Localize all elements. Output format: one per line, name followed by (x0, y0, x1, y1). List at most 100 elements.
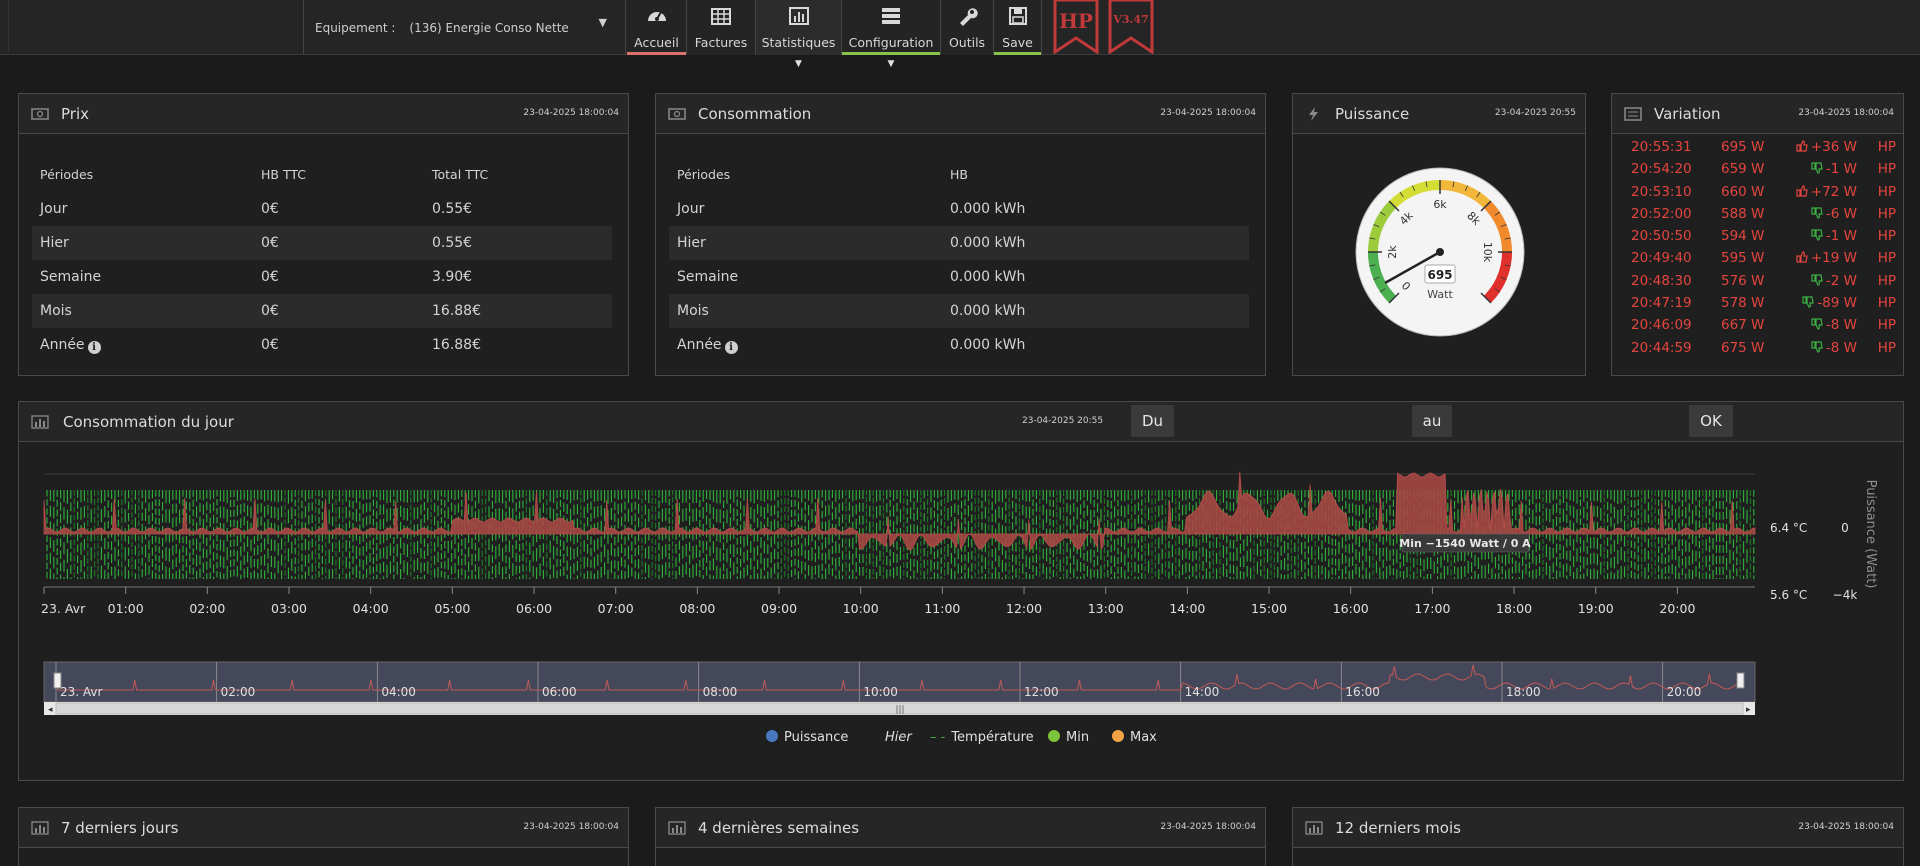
puissance-header: Puissance 23-04-2025 20:55 (1293, 94, 1585, 134)
panel-7-days-header: 7 derniers jours 23-04-2025 18:00:04 (19, 808, 628, 848)
date-to-button[interactable]: au (1412, 405, 1452, 437)
cell: Mois (40, 303, 72, 319)
ok-button[interactable]: OK (1689, 405, 1733, 437)
variation-delta-value: +72 W (1810, 183, 1857, 200)
table-row: Année i 0€ 16.88€ (32, 328, 612, 362)
legend-puissance[interactable]: Puissance (766, 730, 848, 745)
x-tick-label: 10:00 (843, 601, 879, 616)
cell-label: Année (677, 336, 722, 353)
nav-outils[interactable]: Outils (941, 0, 994, 55)
variation-delta: -8 W (1787, 317, 1857, 333)
variation-row: 20:55:31 695 W +36 W HP (1612, 136, 1903, 158)
nav-statistiques[interactable]: Statistiques ▼ (756, 0, 842, 69)
money-icon (668, 107, 686, 120)
navigator[interactable] (43, 661, 1756, 703)
prix-date: 23-04-2025 18:00:04 (523, 108, 619, 118)
cell: Année i (669, 328, 942, 362)
navigator-label: 06:00 (542, 685, 577, 699)
nav-save[interactable]: Save (994, 0, 1042, 55)
chevron-down-icon: ▼ (598, 16, 607, 29)
variation-power: 667 W (1721, 317, 1765, 334)
version-ribbon-text: V3.47 (1112, 13, 1148, 26)
x-tick-label: 20:00 (1659, 601, 1695, 616)
column-header: Total TTC (432, 166, 489, 182)
variation-delta: +36 W (1787, 139, 1857, 155)
navigator-left-handle[interactable] (53, 672, 62, 689)
legend-dash-icon: – - (930, 730, 946, 745)
daily-header: Consommation du jour 23-04-2025 20:55 (19, 402, 1903, 442)
variation-tarif: HP (1877, 161, 1896, 178)
legend-min[interactable]: Min (1048, 730, 1089, 745)
thumb-up-icon (1796, 251, 1808, 264)
variation-power: 660 W (1721, 183, 1765, 200)
variation-row: 20:44:59 675 W -8 W HP (1612, 337, 1903, 359)
nav-underline (842, 52, 940, 55)
legend-max[interactable]: Max (1112, 730, 1157, 745)
date-from-button[interactable]: Du (1131, 405, 1174, 437)
variation-power: 659 W (1721, 161, 1765, 178)
cell: Mois (677, 303, 709, 319)
x-tick-label: 03:00 (271, 601, 307, 616)
x-tick-label: 06:00 (516, 601, 552, 616)
navigator-right-handle[interactable] (1736, 672, 1745, 689)
info-icon[interactable]: i (724, 340, 738, 354)
nav-underline (627, 52, 686, 55)
cell: Semaine (40, 269, 102, 285)
tooltip-text: Min −1540 Watt / 0 A (1399, 537, 1531, 550)
variation-delta: -89 W (1787, 295, 1857, 311)
daily-title: Consommation du jour (63, 412, 234, 431)
x-tick-label: 07:00 (598, 601, 634, 616)
navigator-label: 04:00 (381, 685, 416, 699)
x-tick-label: 23. Avr (41, 601, 86, 616)
nav-accueil[interactable]: Accueil (627, 0, 687, 55)
thumb-down-icon (1811, 162, 1823, 174)
variation-tarif: HP (1877, 183, 1896, 200)
navigator-label: 02:00 (221, 685, 256, 699)
variation-row: 20:53:10 660 W +72 W HP (1612, 181, 1903, 203)
navigator-label: 16:00 (1345, 685, 1380, 699)
legend-dot-icon (1112, 730, 1124, 742)
variation-time: 20:50:50 (1631, 228, 1692, 245)
variation-delta-value: -1 W (1825, 228, 1857, 245)
legend-label: Température (951, 730, 1034, 745)
scroll-left-icon[interactable]: ◂ (48, 705, 53, 715)
legend-hier[interactable]: Hier (885, 730, 912, 745)
variation-delta: +72 W (1787, 184, 1857, 200)
nav-factures[interactable]: Factures (687, 0, 756, 55)
cell: Année i (32, 328, 253, 362)
scroll-right-icon[interactable]: ▸ (1746, 705, 1751, 715)
thumb-up-icon (1796, 140, 1808, 152)
cell: 0€ (261, 303, 279, 319)
variation-power: 695 W (1721, 139, 1765, 155)
variation-time: 20:48:30 (1631, 272, 1692, 289)
legend-temperature[interactable]: – - Température (930, 730, 1034, 745)
cell: 3.90€ (432, 269, 473, 285)
column-header: Périodes (40, 166, 94, 182)
cell: 0€ (261, 235, 279, 251)
bar-chart-icon (788, 7, 809, 25)
variation-time: 20:49:40 (1631, 250, 1692, 267)
wrench-icon (960, 8, 978, 26)
variation-delta-value: -89 W (1817, 295, 1857, 312)
variation-row: 20:54:20 659 W -1 W HP (1612, 158, 1903, 180)
navigator-label: 20:00 (1667, 685, 1702, 699)
x-tick-label: 19:00 (1578, 601, 1614, 616)
list-icon (1624, 106, 1642, 121)
column-header: Périodes (677, 166, 731, 182)
legend-label: Max (1130, 730, 1157, 745)
legend-dot-icon (766, 730, 778, 742)
equipment-select[interactable]: Equipement : (136) Energie Conso Nette ▼ (304, 0, 626, 55)
cell-label: Année (40, 336, 85, 353)
bar-chart-icon (668, 820, 686, 835)
variation-time: 20:55:31 (1631, 139, 1692, 155)
navigator-label: 10:00 (863, 685, 898, 699)
column-header: HB (950, 166, 968, 182)
nav-statistiques-label: Statistiques (761, 35, 836, 50)
x-tick-label: 16:00 (1333, 601, 1369, 616)
nav-outils-label: Outils (948, 35, 986, 50)
x-tick-label: 04:00 (353, 601, 389, 616)
variation-panel: Variation 23-04-2025 18:00:04 20:55:31 69… (1611, 93, 1904, 376)
info-icon[interactable]: i (87, 340, 101, 354)
thumb-up-icon (1796, 184, 1808, 197)
nav-configuration[interactable]: Configuration ▼ (842, 0, 941, 69)
